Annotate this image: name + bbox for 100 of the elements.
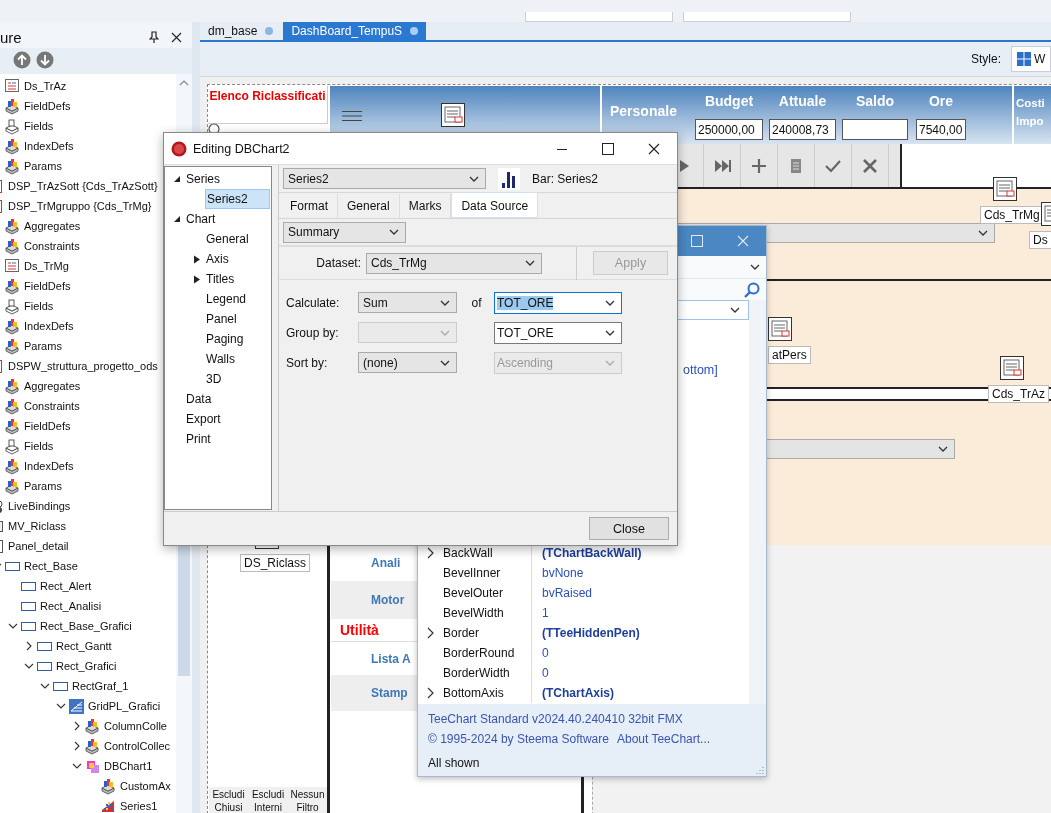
- tree-item[interactable]: DBChart1: [0, 756, 176, 776]
- tree-item[interactable]: DSP_TrMgruppo {Cds_TrMg}: [0, 196, 176, 216]
- tree-item[interactable]: Fields: [0, 296, 176, 316]
- tree-item[interactable]: Params: [0, 336, 176, 356]
- editor-tab[interactable]: dm_base: [200, 22, 282, 40]
- property-value[interactable]: 0: [531, 643, 549, 663]
- search-icon[interactable]: [208, 123, 220, 135]
- dropdown-field[interactable]: TOT_ORE: [494, 291, 622, 314]
- tree-item[interactable]: Fields: [0, 116, 176, 136]
- tree-item[interactable]: ControlCollec: [0, 736, 176, 756]
- tree-item[interactable]: Constraints: [0, 396, 176, 416]
- resize-grip-icon[interactable]: [756, 766, 764, 774]
- scrollbar[interactable]: [749, 300, 766, 704]
- tree-item[interactable]: Rect_Grafici: [0, 656, 176, 676]
- tree-item[interactable]: Titles: [205, 269, 271, 289]
- tree-item[interactable]: DSP_TrAzSott {Cds_TrAzSott}: [0, 176, 176, 196]
- dropdown-field[interactable]: (none): [358, 352, 457, 373]
- tree-item[interactable]: Walls: [205, 349, 271, 369]
- tree-item[interactable]: 3D: [205, 369, 271, 389]
- tree-item[interactable]: IndexDefs: [0, 136, 176, 156]
- tree-item[interactable]: Print: [185, 429, 271, 449]
- menu-item[interactable]: Motor: [371, 593, 405, 607]
- tree-item[interactable]: Rect_Base_Grafici: [0, 616, 176, 636]
- style-dropdown[interactable]: W: [1011, 46, 1051, 72]
- chevron-down-icon[interactable]: [72, 763, 82, 769]
- tree-item[interactable]: IndexDefs: [0, 456, 176, 476]
- dropdown-field[interactable]: Sum: [358, 292, 457, 313]
- tree-item[interactable]: Legend: [205, 289, 271, 309]
- tree-item[interactable]: Rect_Analisi: [0, 596, 176, 616]
- tree-item[interactable]: Series: [185, 169, 271, 189]
- component-icon[interactable]: [441, 103, 465, 127]
- series-dropdown[interactable]: Series2: [283, 168, 486, 189]
- tree-item[interactable]: MV_Riclass: [0, 516, 176, 536]
- tree-item[interactable]: Ds_TrAz: [0, 76, 176, 96]
- filter-button[interactable]: Escludi Chiusi: [209, 787, 248, 813]
- component-icon[interactable]: [768, 317, 792, 341]
- tree-item[interactable]: Params: [0, 156, 176, 176]
- pin-icon[interactable]: [149, 31, 159, 43]
- tree-item[interactable]: Axis: [205, 249, 271, 269]
- tree-item[interactable]: IndexDefs: [0, 316, 176, 336]
- menu-item[interactable]: Anali: [371, 556, 401, 570]
- dot-icon[interactable]: [410, 27, 419, 35]
- tree-item[interactable]: Params: [0, 476, 176, 496]
- close-icon[interactable]: [648, 142, 660, 155]
- input-field[interactable]: [842, 119, 908, 140]
- chevron-right-icon[interactable]: [26, 641, 32, 651]
- chevron-right-icon[interactable]: [427, 547, 434, 559]
- tab[interactable]: Data Source: [451, 192, 539, 218]
- source-dropdown[interactable]: Summary: [283, 221, 406, 243]
- tree-item[interactable]: ColumnColle: [0, 716, 176, 736]
- tree-item[interactable]: FieldDefs: [0, 416, 176, 436]
- triangle-down-icon[interactable]: [173, 175, 181, 183]
- tree-item[interactable]: Series1: [0, 796, 176, 813]
- cross-icon[interactable]: [861, 157, 879, 174]
- menu-item[interactable]: Stamp: [371, 686, 408, 700]
- tree-item[interactable]: FieldDefs: [0, 276, 176, 296]
- chevron-down-icon[interactable]: [40, 683, 50, 689]
- menu-item[interactable]: Lista A: [371, 651, 411, 666]
- editor-tab[interactable]: DashBoard_TempuS: [283, 22, 427, 40]
- triangle-right-icon[interactable]: [193, 275, 201, 284]
- property-value[interactable]: 0: [531, 663, 549, 683]
- tree-item[interactable]: LiveBindings: [0, 496, 176, 516]
- tree-item[interactable]: Panel: [205, 309, 271, 329]
- property-value[interactable]: (TTeeHiddenPen): [531, 623, 640, 643]
- chevron-down-icon[interactable]: [24, 663, 34, 669]
- tree-item[interactable]: Paging: [205, 329, 271, 349]
- property-value[interactable]: (TChartAxis): [531, 683, 614, 703]
- chevron-right-icon[interactable]: [74, 721, 80, 731]
- tree-item[interactable]: Panel_detail: [0, 536, 176, 556]
- tree-item[interactable]: Ds_TrMg: [0, 256, 176, 276]
- tree-item[interactable]: Aggregates: [0, 376, 176, 396]
- property-value[interactable]: bvRaised: [531, 583, 593, 603]
- menu-icon[interactable]: [342, 110, 362, 122]
- tree-item[interactable]: Series2: [205, 189, 270, 209]
- chevron-right-icon[interactable]: [74, 741, 80, 751]
- component-icon[interactable]: [993, 177, 1017, 201]
- tree-item[interactable]: Constraints: [0, 236, 176, 256]
- dot-icon[interactable]: [265, 27, 274, 35]
- filter-button[interactable]: Nessun Filtro: [288, 787, 327, 813]
- dropdown-field[interactable]: [525, 12, 673, 22]
- chevron-right-icon[interactable]: [427, 627, 434, 639]
- tree-item[interactable]: CustomAx: [0, 776, 176, 796]
- tree-item[interactable]: Rect_Base: [0, 556, 176, 576]
- tree-item[interactable]: GridPL_Grafici: [0, 696, 176, 716]
- about-link[interactable]: About TeeChart...: [616, 732, 711, 746]
- triangle-right-icon[interactable]: [193, 255, 201, 264]
- tree-item[interactable]: FieldDefs: [0, 96, 176, 116]
- dataset-dropdown[interactable]: Cds_TrMg: [366, 252, 542, 274]
- component-icon[interactable]: [1000, 356, 1024, 380]
- dropdown-field[interactable]: TOT_ORE: [494, 321, 622, 344]
- tree-item[interactable]: RectGraf_1: [0, 676, 176, 696]
- tree-item[interactable]: Aggregates: [0, 216, 176, 236]
- input-field[interactable]: 240008,73: [769, 119, 836, 140]
- tree-item[interactable]: DSPW_struttura_progetto_ods: [0, 356, 176, 376]
- tree-item[interactable]: Rect_Gantt: [0, 636, 176, 656]
- close-icon[interactable]: [171, 31, 182, 43]
- tree-item[interactable]: Fields: [0, 436, 176, 456]
- input-field[interactable]: 250000,00: [695, 119, 763, 140]
- plus-icon[interactable]: [750, 157, 768, 174]
- filter-button[interactable]: Escludi Interni: [248, 787, 288, 813]
